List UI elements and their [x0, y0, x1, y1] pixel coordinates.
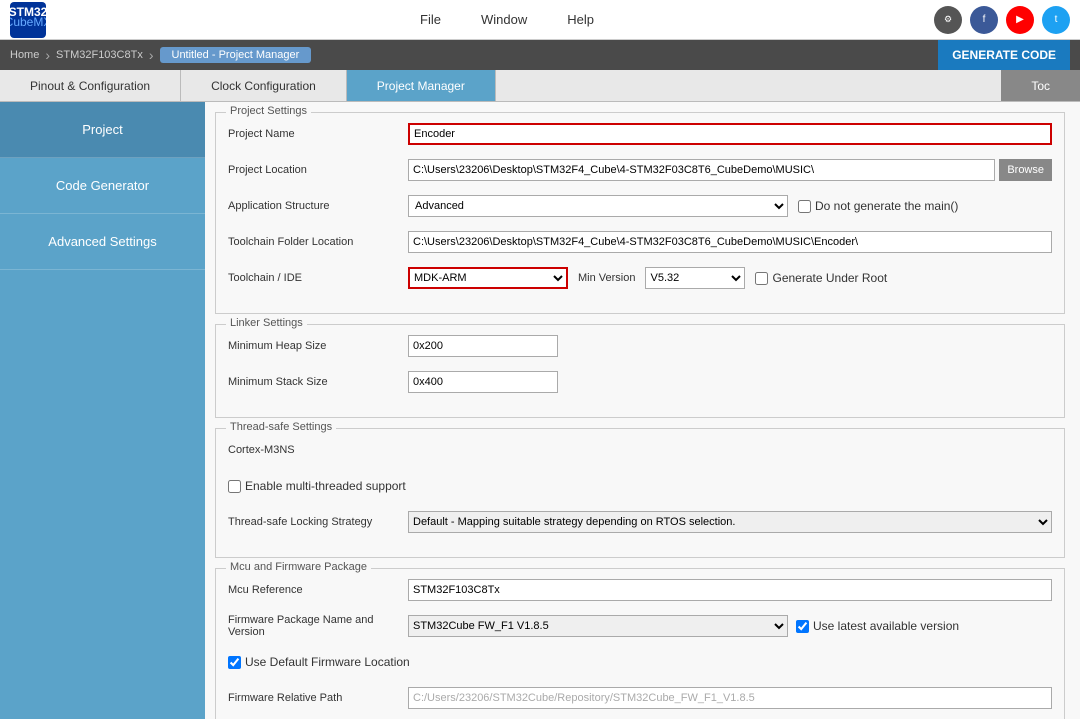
menu-file[interactable]: File [420, 12, 441, 27]
firmware-group: Mcu and Firmware Package Mcu Reference F… [215, 568, 1065, 719]
toolchain-ide-row: Toolchain / IDE MDK-ARM EWARM SW4STM32 M… [228, 265, 1052, 291]
use-default-fw-checkbox[interactable] [228, 656, 241, 669]
use-default-fw-wrapper: Use Default Firmware Location [228, 655, 410, 669]
do-not-generate-checkbox[interactable] [798, 200, 811, 213]
top-bar: STM32 CubeMX File Window Help ⚙ f ▶ t [0, 0, 1080, 40]
min-heap-label: Minimum Heap Size [228, 340, 408, 352]
tab-bar: Pinout & Configuration Clock Configurati… [0, 70, 1080, 102]
menu-bar: File Window Help [80, 12, 934, 27]
project-name-input[interactable] [408, 123, 1052, 145]
min-stack-row: Minimum Stack Size [228, 369, 1052, 395]
menu-help[interactable]: Help [567, 12, 594, 27]
min-stack-label: Minimum Stack Size [228, 376, 408, 388]
content-area: Project Settings Project Name Project Lo… [205, 102, 1080, 719]
tab-clock[interactable]: Clock Configuration [181, 70, 347, 101]
locking-strategy-row: Thread-safe Locking Strategy Default - M… [228, 509, 1052, 535]
project-name-label: Project Name [228, 128, 408, 140]
sidebar: Project Code Generator Advanced Settings [0, 102, 205, 719]
application-structure-row: Application Structure Advanced Basic Do … [228, 193, 1052, 219]
top-right-icons: ⚙ f ▶ t [934, 6, 1070, 34]
twitter-icon[interactable]: t [1042, 6, 1070, 34]
project-settings-group: Project Settings Project Name Project Lo… [215, 112, 1065, 314]
breadcrumb-project[interactable]: Untitled - Project Manager [160, 47, 312, 63]
enable-thread-label: Enable multi-threaded support [245, 479, 406, 493]
sidebar-item-advanced-settings[interactable]: Advanced Settings [0, 214, 205, 270]
thread-safe-title: Thread-safe Settings [226, 421, 336, 433]
mcu-ref-row: Mcu Reference [228, 577, 1052, 603]
do-not-generate-label: Do not generate the main() [815, 199, 958, 213]
enable-thread-wrapper: Enable multi-threaded support [228, 479, 406, 493]
fw-path-row: Firmware Relative Path [228, 685, 1052, 711]
toolchain-folder-input[interactable] [408, 231, 1052, 253]
firmware-title: Mcu and Firmware Package [226, 561, 371, 573]
cortex-label: Cortex-M3NS [228, 444, 295, 456]
application-structure-select[interactable]: Advanced Basic [408, 195, 788, 217]
min-version-label: Min Version [578, 272, 635, 284]
svg-text:CubeMX: CubeMX [10, 15, 46, 29]
min-version-select[interactable]: V5.32 V5.27 V5.24 [645, 267, 745, 289]
enable-thread-row: Enable multi-threaded support [228, 473, 1052, 499]
min-heap-row: Minimum Heap Size [228, 333, 1052, 359]
breadcrumb-bar: Home › STM32F103C8Tx › Untitled - Projec… [0, 40, 1080, 70]
application-structure-label: Application Structure [228, 200, 408, 212]
toolchain-ide-select[interactable]: MDK-ARM EWARM SW4STM32 Makefile [408, 267, 568, 289]
enable-thread-checkbox[interactable] [228, 480, 241, 493]
toolchain-folder-label: Toolchain Folder Location [228, 236, 408, 248]
generate-under-root-checkbox[interactable] [755, 272, 768, 285]
breadcrumb-sep1: › [45, 47, 50, 63]
locking-strategy-select[interactable]: Default - Mapping suitable strategy depe… [408, 511, 1052, 533]
linker-settings-title: Linker Settings [226, 317, 307, 329]
toolchain-folder-row: Toolchain Folder Location [228, 229, 1052, 255]
cortex-row: Cortex-M3NS [228, 437, 1052, 463]
breadcrumb-sep2: › [149, 47, 154, 63]
linker-settings-group: Linker Settings Minimum Heap Size Minimu… [215, 324, 1065, 418]
fw-path-label: Firmware Relative Path [228, 692, 408, 704]
thread-safe-group: Thread-safe Settings Cortex-M3NS Enable … [215, 428, 1065, 558]
sidebar-item-project[interactable]: Project [0, 102, 205, 158]
project-name-row: Project Name [228, 121, 1052, 147]
menu-window[interactable]: Window [481, 12, 527, 27]
fw-path-input[interactable] [408, 687, 1052, 709]
use-latest-label: Use latest available version [813, 619, 959, 633]
do-not-generate-checkbox-wrapper: Do not generate the main() [798, 199, 958, 213]
locking-strategy-label: Thread-safe Locking Strategy [228, 516, 408, 528]
use-default-fw-row: Use Default Firmware Location [228, 649, 1052, 675]
project-location-input[interactable] [408, 159, 995, 181]
project-settings-title: Project Settings [226, 105, 311, 117]
generate-code-button[interactable]: GENERATE CODE [938, 40, 1070, 70]
use-latest-wrapper: Use latest available version [796, 619, 959, 633]
use-latest-checkbox[interactable] [796, 620, 809, 633]
breadcrumb-home[interactable]: Home [10, 49, 39, 61]
breadcrumb-mcu[interactable]: STM32F103C8Tx [56, 49, 143, 61]
fw-name-label: Firmware Package Name and Version [228, 614, 408, 638]
tab-toc[interactable]: Toc [1001, 70, 1080, 101]
generate-under-root-label: Generate Under Root [772, 271, 887, 285]
browse-button[interactable]: Browse [999, 159, 1052, 181]
mcu-ref-label: Mcu Reference [228, 584, 408, 596]
logo-icon: STM32 CubeMX [10, 2, 46, 38]
project-location-label: Project Location [228, 164, 408, 176]
min-heap-input[interactable] [408, 335, 558, 357]
facebook-icon[interactable]: f [970, 6, 998, 34]
min-stack-input[interactable] [408, 371, 558, 393]
youtube-icon[interactable]: ▶ [1006, 6, 1034, 34]
fw-name-row: Firmware Package Name and Version STM32C… [228, 613, 1052, 639]
tab-pinout[interactable]: Pinout & Configuration [0, 70, 181, 101]
settings-icon[interactable]: ⚙ [934, 6, 962, 34]
mcu-ref-input[interactable] [408, 579, 1052, 601]
logo: STM32 CubeMX [10, 2, 50, 38]
project-location-row: Project Location Browse [228, 157, 1052, 183]
sidebar-item-code-generator[interactable]: Code Generator [0, 158, 205, 214]
generate-under-root-wrapper: Generate Under Root [755, 271, 887, 285]
main-content: Project Code Generator Advanced Settings… [0, 102, 1080, 719]
toolchain-ide-controls: MDK-ARM EWARM SW4STM32 Makefile Min Vers… [408, 267, 887, 289]
toolchain-ide-label: Toolchain / IDE [228, 272, 408, 284]
fw-name-select[interactable]: STM32Cube FW_F1 V1.8.5 [408, 615, 788, 637]
use-default-fw-label: Use Default Firmware Location [245, 655, 410, 669]
tab-project-manager[interactable]: Project Manager [347, 70, 496, 101]
